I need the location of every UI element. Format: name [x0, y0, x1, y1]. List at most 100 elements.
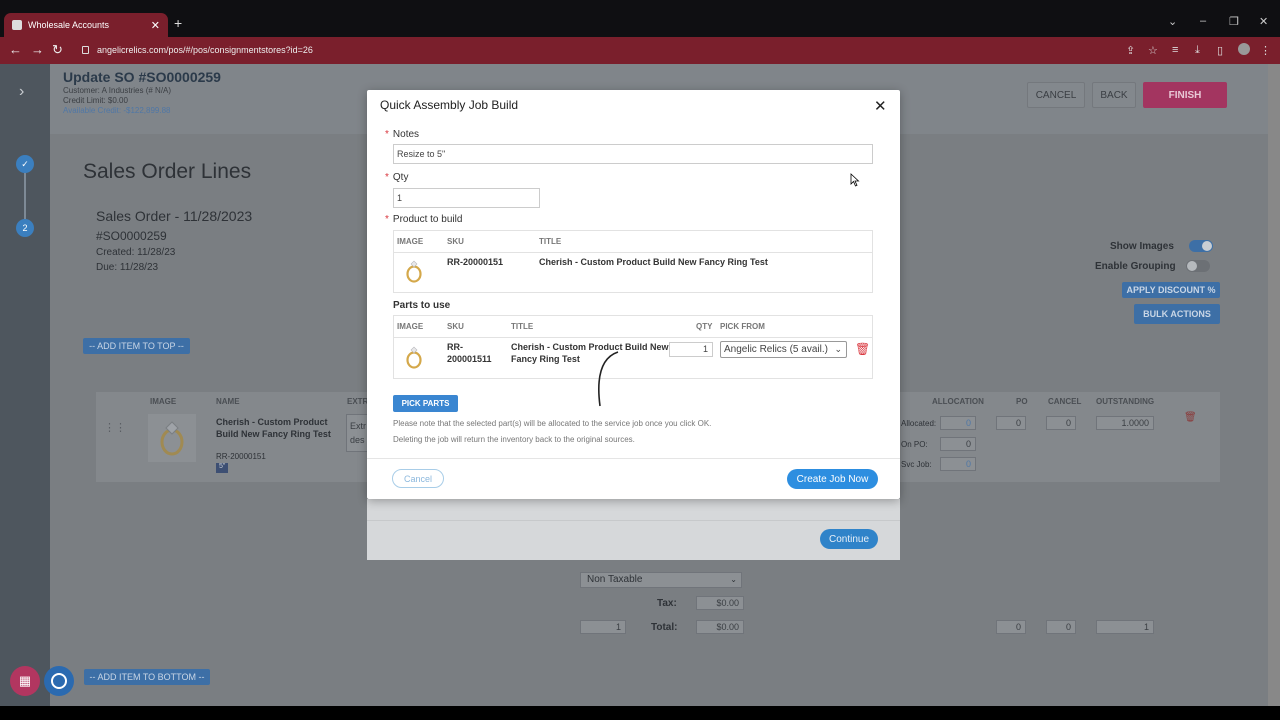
col-allocation: ALLOCATION: [932, 397, 984, 406]
minimize-icon[interactable]: –: [1200, 15, 1206, 27]
col-po: PO: [1016, 397, 1028, 406]
pick-from-chevron-icon: ⌄: [834, 344, 842, 354]
part-qty-input[interactable]: 1: [669, 342, 713, 357]
continue-button[interactable]: Continue: [820, 529, 878, 549]
step-2[interactable]: 2: [16, 219, 34, 237]
sidepanel-icon[interactable]: ▯: [1217, 44, 1223, 57]
underlying-dialog-footer: [367, 499, 900, 560]
header-cancel-button[interactable]: CANCEL: [1027, 82, 1085, 108]
page-scrollbar[interactable]: [1268, 64, 1280, 706]
lock-icon: [82, 46, 89, 54]
reload-icon[interactable]: ↻: [52, 42, 63, 58]
profile-avatar[interactable]: [1238, 43, 1250, 55]
add-item-top-button[interactable]: -- ADD ITEM TO TOP --: [83, 338, 190, 354]
favicon-icon: [12, 20, 22, 30]
bookmark-star-icon[interactable]: ☆: [1148, 44, 1158, 57]
part-title-line2: Fancy Ring Test: [511, 354, 580, 364]
reading-list-icon[interactable]: ≡: [1172, 44, 1178, 56]
cancel-input[interactable]: 0: [1046, 416, 1076, 430]
available-credit-text: Available Credit: -$122,899.88: [63, 106, 171, 115]
enable-grouping-toggle[interactable]: [1186, 260, 1210, 272]
order-due: Due: 11/28/23: [96, 262, 159, 273]
sum-po: 0: [996, 620, 1026, 634]
notes-label: * Notes: [385, 129, 420, 140]
order-title: Sales Order - 11/28/2023: [96, 208, 253, 224]
qty-input[interactable]: 1: [393, 188, 540, 208]
tab-close-icon[interactable]: ✕: [151, 19, 160, 32]
parts-to-use-label: Parts to use: [393, 300, 451, 311]
tax-select[interactable]: Non Taxable ⌄: [580, 572, 742, 588]
tab-strip: [0, 0, 1280, 37]
browser-menu-icon[interactable]: ⋮: [1260, 44, 1271, 57]
finish-button[interactable]: FINISH: [1143, 82, 1227, 108]
allocated-label: Allocated:: [901, 419, 937, 428]
parts-col-title: TITLE: [511, 322, 534, 331]
tab-title: Wholesale Accounts: [28, 20, 110, 30]
parts-col-qty: QTY: [696, 322, 713, 331]
window-close-icon[interactable]: ✕: [1259, 15, 1268, 28]
drag-handle-icon[interactable]: ⋮⋮: [104, 421, 126, 434]
svc-job-label: Svc Job:: [901, 460, 932, 469]
product-col-sku: SKU: [447, 237, 464, 246]
modal-title: Quick Assembly Job Build: [380, 98, 519, 112]
step-complete-icon[interactable]: ✓: [16, 155, 34, 173]
enable-grouping-label: Enable Grouping: [1095, 261, 1176, 272]
page-title: Update SO #SO0000259: [63, 69, 221, 85]
modal-cancel-button[interactable]: Cancel: [392, 469, 444, 488]
bulk-actions-button[interactable]: BULK ACTIONS: [1134, 304, 1220, 324]
line-extra-text: Extr: [350, 421, 367, 431]
loading-spinner-icon: [598, 351, 619, 407]
order-number: #SO0000259: [96, 229, 167, 243]
add-item-bottom-button[interactable]: -- ADD ITEM TO BOTTOM --: [84, 669, 210, 685]
modal-footer-divider: [367, 458, 900, 459]
pick-from-text: Angelic Relics (5 avail.): [724, 344, 828, 355]
qty-label: * Qty: [385, 172, 409, 183]
pick-parts-button[interactable]: PICK PARTS: [393, 395, 458, 412]
restore-icon[interactable]: ❐: [1229, 15, 1239, 28]
back-icon[interactable]: ←: [9, 42, 22, 57]
customer-text: Customer: A Industries (# N/A): [63, 86, 172, 95]
show-images-toggle[interactable]: [1189, 240, 1213, 252]
col-cancel: CANCEL: [1048, 397, 1082, 406]
line-delete-icon[interactable]: 🗑: [1184, 412, 1197, 423]
browser-tab[interactable]: Wholesale Accounts ✕: [4, 13, 168, 37]
section-title: Sales Order Lines: [83, 160, 252, 183]
header-back-button[interactable]: BACK: [1092, 82, 1136, 108]
tax-value: $0.00: [696, 596, 744, 610]
notes-input[interactable]: Resize to 5": [393, 144, 873, 164]
product-table-header: [394, 231, 872, 253]
share-icon[interactable]: ⇪: [1126, 44, 1135, 57]
product-to-build-label: * Product to build: [385, 214, 463, 225]
download-icon[interactable]: ⤓: [1195, 44, 1200, 57]
step-connector: [24, 173, 26, 219]
credit-limit-text: Credit Limit: $0.00: [63, 96, 128, 105]
modal-close-icon[interactable]: ✕: [874, 97, 887, 115]
tab-search-icon[interactable]: ⌄: [1168, 15, 1177, 28]
product-col-title: TITLE: [539, 237, 562, 246]
part-title-line1: Cherish - Custom Product Build New: [511, 342, 669, 352]
show-images-label: Show Images: [1110, 241, 1174, 252]
on-po-value: 0: [940, 437, 976, 451]
create-job-now-button[interactable]: Create Job Now: [787, 469, 878, 489]
svc-job-value[interactable]: 0: [940, 457, 976, 471]
part-delete-icon[interactable]: 🗑: [855, 342, 870, 356]
on-po-label: On PO:: [901, 440, 928, 449]
po-input[interactable]: 0: [996, 416, 1026, 430]
apply-discount-button[interactable]: APPLY DISCOUNT %: [1122, 282, 1220, 298]
address-bar[interactable]: angelicrelics.com/pos/#/pos/consignments…: [72, 40, 1072, 60]
sidebar-expand-icon[interactable]: ›: [19, 83, 24, 101]
col-name[interactable]: NAME: [216, 397, 240, 406]
parts-col-image: IMAGE: [397, 322, 424, 331]
col-outstanding[interactable]: OUTSTANDING: [1096, 397, 1154, 406]
support-icon[interactable]: [44, 666, 74, 696]
product-ring-image: [401, 258, 427, 284]
parts-col-sku: SKU: [447, 322, 464, 331]
pick-from-select[interactable]: Angelic Relics (5 avail.) ⌄: [720, 341, 847, 358]
mouse-cursor-icon: [850, 173, 860, 187]
sum-outstanding: 1: [1096, 620, 1154, 634]
apps-grid-icon[interactable]: ▦: [10, 666, 40, 696]
new-tab-icon[interactable]: +: [174, 15, 182, 31]
size-badge: 5": [216, 463, 229, 473]
forward-icon[interactable]: →: [31, 42, 44, 57]
allocated-value[interactable]: 0: [940, 416, 976, 430]
